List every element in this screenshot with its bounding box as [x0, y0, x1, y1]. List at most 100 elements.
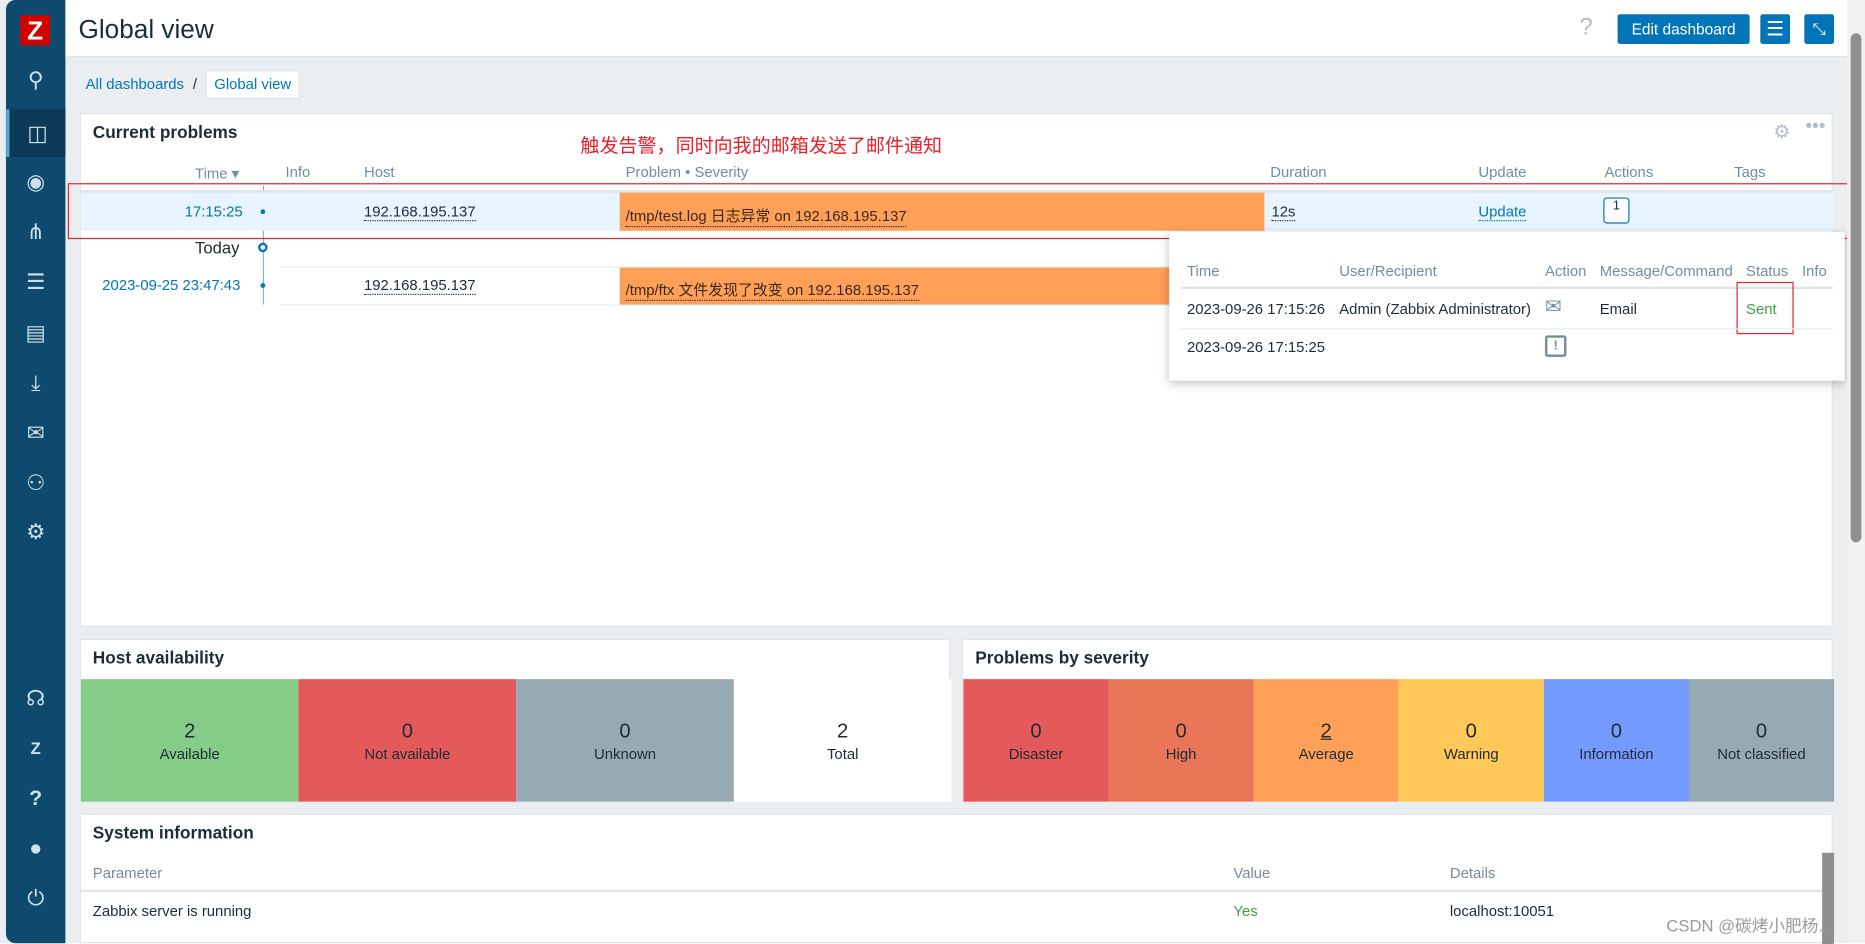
tile-high[interactable]: 0 High [1108, 679, 1254, 802]
annotation-box [67, 183, 1850, 240]
host-availability-widget: Host availability 2 Available 0 Not availab… [79, 638, 952, 802]
search-icon[interactable]: ⚲ [6, 58, 65, 101]
calendar-alert-icon: ! [1545, 335, 1567, 357]
alerts-icon[interactable]: ✉ [6, 412, 65, 455]
user-settings-icon[interactable]: ● [6, 827, 65, 870]
monitoring-icon[interactable]: ◉ [6, 161, 65, 204]
col-time[interactable]: Time ▾ [195, 164, 239, 182]
widget-title: System information [92, 824, 254, 844]
breadcrumb-separator: / [192, 76, 198, 93]
col-tags: Tags [1734, 164, 1766, 181]
tile-count: 2 [184, 718, 196, 742]
more-icon[interactable]: ••• [1806, 117, 1826, 138]
sign-out-icon[interactable]: ⏻ [6, 877, 65, 920]
page-header: Global view ? Edit dashboard ☰ ⤡ [65, 0, 1848, 58]
tile-count: 0 [619, 718, 631, 742]
tile-unknown[interactable]: 0 Unknown [516, 679, 734, 802]
problems-by-severity-widget: Problems by severity 0 Disaster 0 High 2 Aver… [962, 638, 1835, 802]
tile-not-available[interactable]: 0 Not available [298, 679, 517, 802]
widget-title: Problems by severity [975, 649, 1149, 669]
tile-count: 0 [401, 718, 414, 742]
widget-title: Host availability [92, 649, 225, 669]
fullscreen-icon[interactable]: ⤡ [1804, 14, 1835, 45]
tile-count: 0 [1030, 718, 1042, 742]
system-information-widget: System information Parameter Value Detai… [79, 813, 1835, 944]
tile-average[interactable]: 2 Average [1253, 679, 1399, 802]
tile-count: 0 [1175, 718, 1187, 742]
tile-label: High [1165, 745, 1197, 762]
help-icon[interactable]: ? [6, 777, 65, 820]
popup-col-info: Info [1801, 262, 1827, 280]
today-label: Today [195, 237, 240, 257]
reports-icon[interactable]: ▤ [6, 312, 65, 355]
tile-label: Disaster [1008, 745, 1064, 762]
tile-count: 2 [1320, 718, 1332, 742]
page-scrollbar[interactable] [1847, 0, 1865, 944]
users-icon[interactable]: ⚇ [6, 461, 65, 504]
breadcrumb-global-view[interactable]: Global view [205, 70, 300, 99]
tile-count: 0 [1465, 718, 1477, 742]
data-collection-icon[interactable]: ⤓ [6, 362, 65, 405]
tile-label: Unknown [594, 745, 657, 762]
col-actions: Actions [1604, 164, 1654, 181]
menu-icon[interactable]: ☰ [1760, 14, 1791, 45]
tile-total[interactable]: 2 Total [733, 679, 952, 802]
tile-label: Information [1579, 745, 1654, 762]
popup-col-action: Action [1545, 262, 1587, 280]
edit-dashboard-button[interactable]: Edit dashboard [1617, 14, 1750, 45]
zabbix-logo[interactable]: Z [20, 15, 50, 46]
support-icon[interactable]: ☊ [6, 677, 65, 720]
integrations-icon[interactable]: Z [6, 727, 65, 770]
problem-host[interactable]: 192.168.195.137 [363, 277, 476, 295]
administration-icon[interactable]: ⚙ [6, 510, 65, 553]
tile-label: Warning [1443, 745, 1499, 762]
tile-count: 0 [1755, 718, 1768, 742]
tile-label: Not classified [1717, 745, 1806, 762]
mail-icon: ✉ [1545, 294, 1562, 318]
sysinfo-value: Yes [1233, 902, 1258, 920]
tile-disaster[interactable]: 0 Disaster [963, 679, 1109, 802]
popup-col-time: Time [1187, 262, 1220, 280]
tile-label: Average [1298, 745, 1354, 762]
popup-time: 2023-09-26 17:15:25 [1187, 338, 1326, 356]
col-details: Details [1449, 864, 1496, 882]
gear-icon[interactable]: ⚙ [1773, 120, 1790, 144]
popup-time: 2023-09-26 17:15:26 [1187, 300, 1326, 318]
col-duration: Duration [1270, 164, 1327, 181]
col-parameter: Parameter [92, 864, 163, 882]
tile-label: Available [159, 745, 220, 762]
problem-name[interactable]: /tmp/ftx 文件发现了改变 on 192.168.195.137 [625, 277, 919, 301]
scrollbar-thumb[interactable] [1850, 33, 1862, 543]
col-problem[interactable]: Problem • Severity [626, 164, 749, 181]
col-info: Info [285, 164, 311, 181]
tile-not-classified[interactable]: 0 Not classified [1688, 679, 1835, 802]
popup-col-message: Message/Command [1599, 262, 1733, 280]
tile-count: 2 [837, 718, 849, 742]
tile-information[interactable]: 0 Information [1543, 679, 1689, 802]
col-update: Update [1478, 164, 1527, 181]
sysinfo-param: Zabbix server is running [92, 902, 252, 920]
sidebar: Z ⚲ ◫ ◉ ⋔ ☰ ▤ ⤓ ✉ ⚇ ⚙ ☊ Z ? ● ⏻ [5, 0, 66, 944]
tile-count: 0 [1610, 718, 1623, 742]
popup-col-user: User/Recipient [1339, 262, 1437, 280]
tile-available[interactable]: 2 Available [80, 679, 299, 802]
network-icon[interactable]: ⋔ [6, 211, 65, 254]
breadcrumb-all-dashboards[interactable]: All dashboards [86, 76, 184, 93]
annotation-text: 触发告警，同时向我的邮箱发送了邮件通知 [580, 136, 943, 158]
problem-time[interactable]: 2023-09-25 23:47:43 [102, 277, 240, 294]
inventory-icon[interactable]: ☰ [6, 260, 65, 303]
tile-label: Total [826, 745, 859, 762]
sysinfo-details: localhost:10051 [1449, 902, 1555, 920]
actions-popup: Time User/Recipient Action Message/Comma… [1169, 231, 1845, 381]
dashboards-icon[interactable]: ◫ [5, 109, 66, 158]
col-host[interactable]: Host [364, 164, 395, 181]
today-marker [258, 242, 268, 253]
help-icon[interactable]: ? [1580, 14, 1593, 41]
col-value: Value [1233, 864, 1271, 882]
tile-warning[interactable]: 0 Warning [1398, 679, 1544, 802]
page-title: Global view [78, 14, 214, 45]
annotation-box [1736, 281, 1794, 335]
breadcrumb: All dashboards / Global view [86, 70, 300, 99]
popup-user: Admin (Zabbix Administrator) [1339, 300, 1531, 318]
widget-title: Current problems [92, 123, 238, 143]
